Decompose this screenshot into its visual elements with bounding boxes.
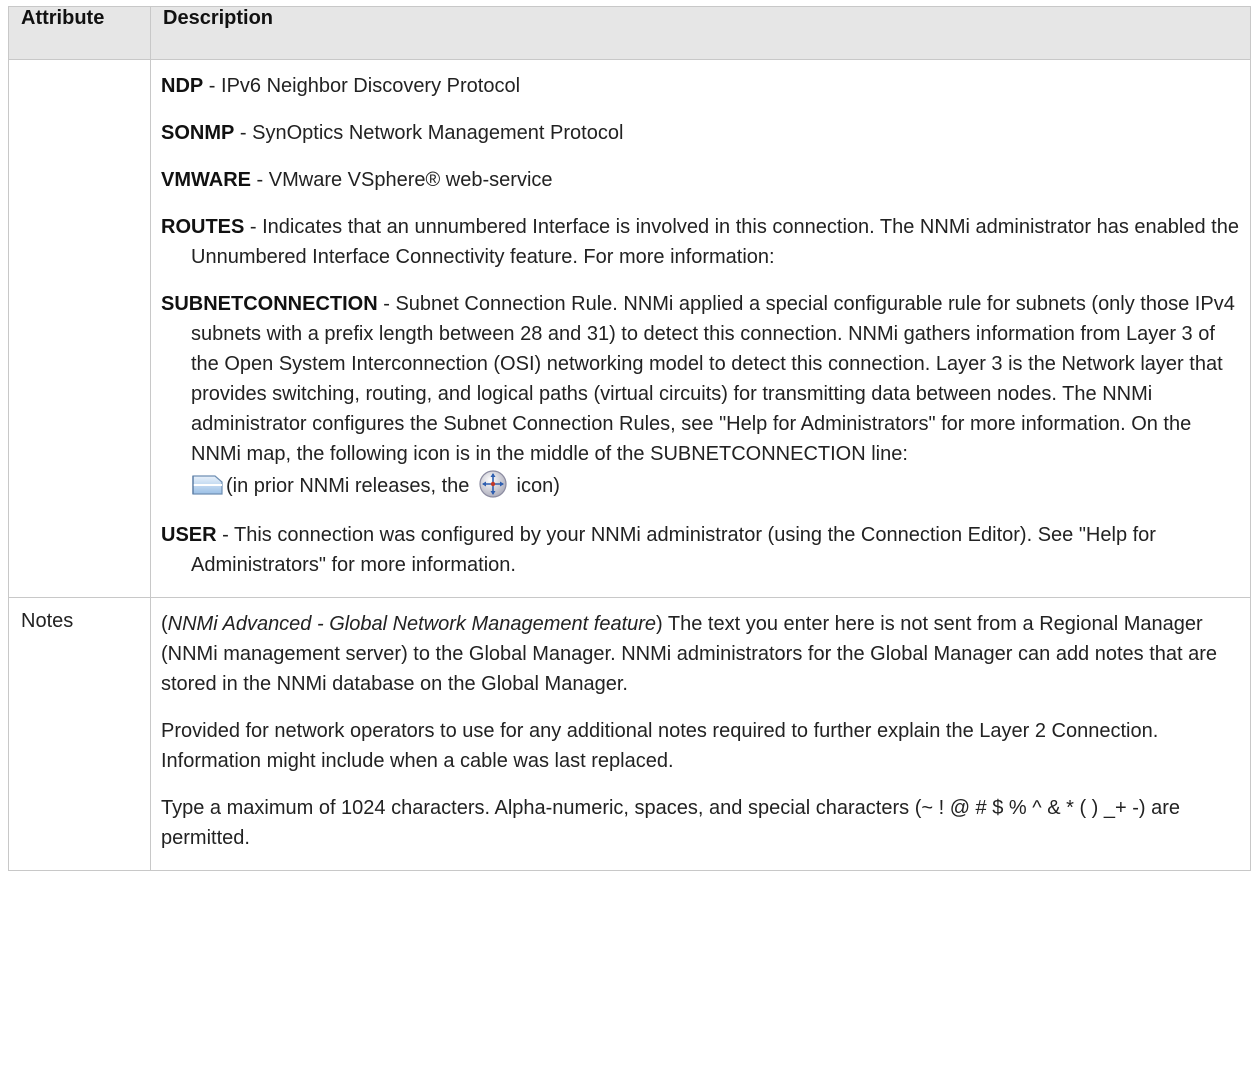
table-row-notes: Notes (NNMi Advanced - Global Network Ma… — [8, 597, 1251, 871]
notes-paragraph-2: Provided for network operators to use fo… — [161, 720, 1159, 772]
entry-term: ROUTES — [161, 216, 245, 238]
table-row: NDP - IPv6 Neighbor Discovery Protocol S… — [8, 59, 1251, 598]
entry-term: SUBNETCONNECTION — [161, 293, 378, 315]
discovery-entry-sonmp: SONMP - SynOptics Network Management Pro… — [161, 118, 1242, 148]
description-cell: NDP - IPv6 Neighbor Discovery Protocol S… — [150, 59, 1251, 598]
icon-line-text-after: icon) — [510, 475, 560, 497]
icon-line: (in prior NNMi releases, the icon) — [191, 469, 1242, 503]
notes-paragraph-3: Type a maximum of 1024 characters. Alpha… — [161, 797, 1181, 849]
header-attribute: Attribute — [8, 6, 151, 60]
entry-term: NDP — [161, 75, 204, 97]
discovery-entry-routes: ROUTES - Indicates that an unnumbered In… — [161, 212, 1242, 272]
entry-text: - SynOptics Network Management Protocol — [234, 122, 624, 144]
entry-text: - IPv6 Neighbor Discovery Protocol — [203, 75, 521, 97]
notes-description-cell: (NNMi Advanced - Global Network Manageme… — [150, 597, 1251, 871]
icon-line-text-before: (in prior NNMi releases, the — [226, 475, 475, 497]
subnet-connection-icon — [192, 475, 223, 495]
notes-feature-italic: NNMi Advanced - Global Network Managemen… — [167, 613, 657, 635]
discovery-entry-ndp: NDP - IPv6 Neighbor Discovery Protocol — [161, 71, 1242, 101]
entry-text: - Indicates that an unnumbered Interface… — [191, 216, 1239, 268]
attribute-cell-notes: Notes — [8, 597, 151, 871]
entry-text: - VMware VSphere® web-service — [251, 169, 553, 191]
entry-term: USER — [161, 524, 217, 546]
header-description: Description — [150, 6, 1251, 60]
table-header-row: Attribute Description — [8, 6, 1251, 60]
notes-paragraph-1: (NNMi Advanced - Global Network Manageme… — [161, 609, 1242, 699]
discovery-entry-user: USER - This connection was configured by… — [161, 520, 1242, 580]
notes-para1-open: ( — [161, 613, 168, 635]
discovery-entry-vmware: VMWARE - VMware VSphere® web-service — [161, 165, 1242, 195]
entry-term: VMWARE — [161, 169, 251, 191]
attribute-table: Attribute Description NDP - IPv6 Neighbo… — [8, 6, 1251, 871]
entry-text: - Subnet Connection Rule. NNMi applied a… — [191, 293, 1235, 465]
discovery-entry-subnetconnection: SUBNETCONNECTION - Subnet Connection Rul… — [161, 289, 1242, 503]
attribute-cell-empty — [8, 59, 151, 598]
entry-term: SONMP — [161, 122, 235, 144]
entry-text: - This connection was configured by your… — [191, 524, 1156, 576]
connection-hub-icon — [479, 470, 507, 498]
